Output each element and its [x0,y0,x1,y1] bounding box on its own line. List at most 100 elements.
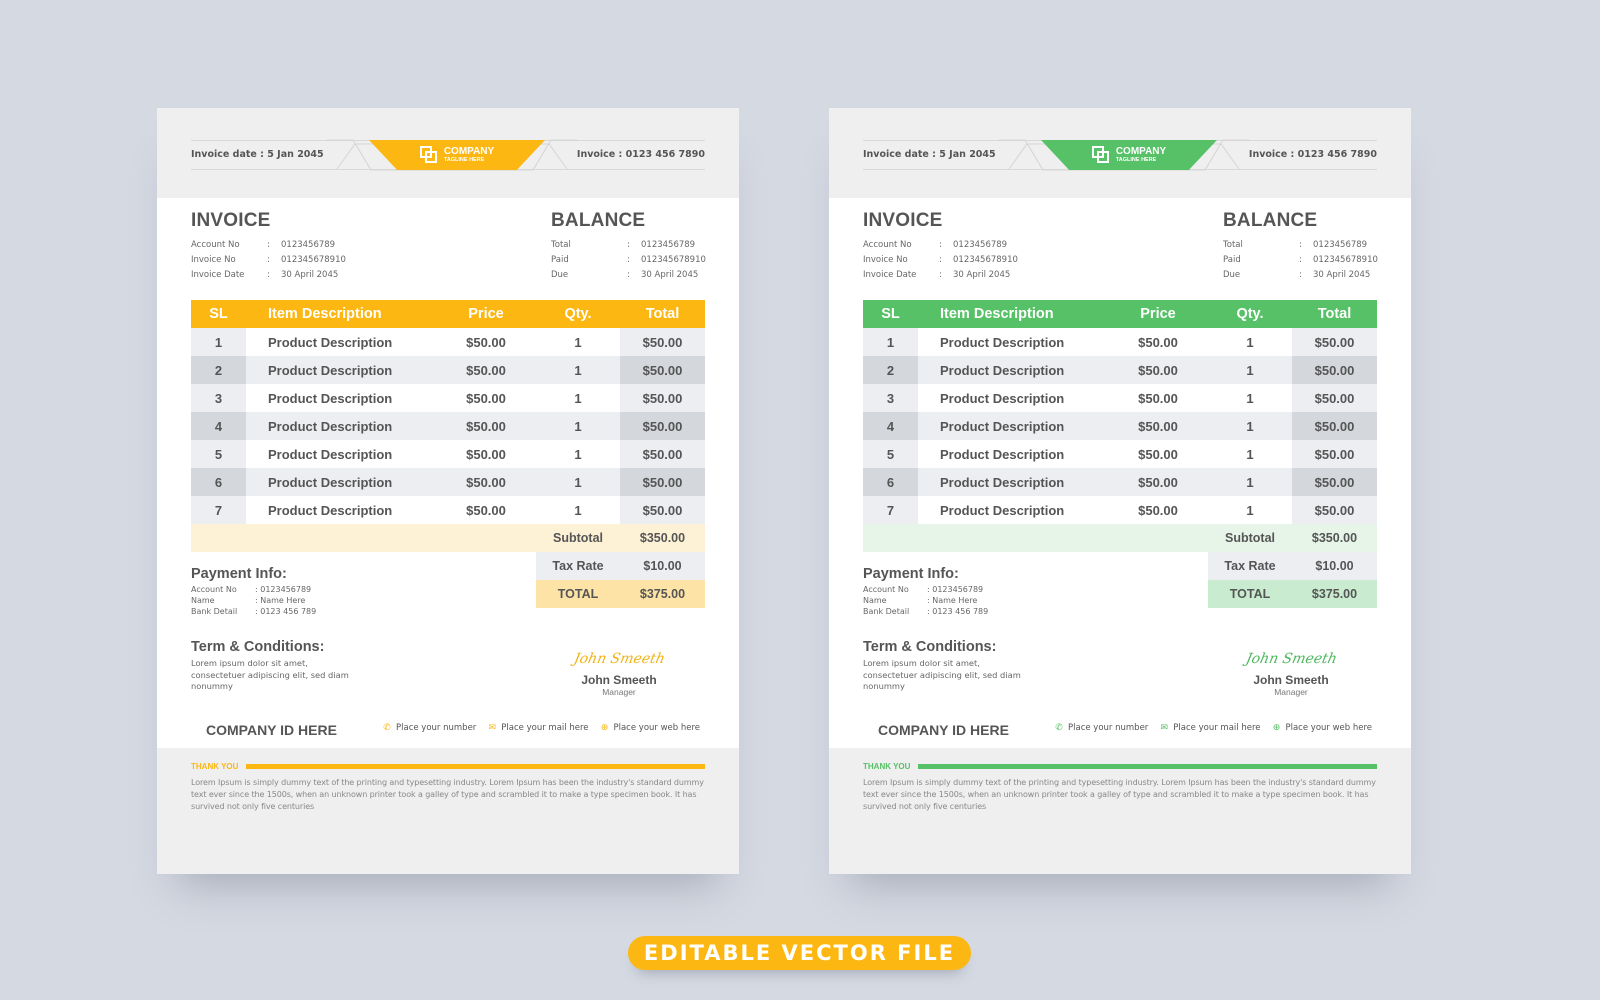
info-row: Invoice No:012345678910 [863,252,1018,267]
contact-label: Place your mail here [1173,723,1261,733]
payment-row: Name: Name Here [191,596,316,607]
payment-value: : 0123456789 [927,585,984,594]
cell-total: $50.00 [1292,412,1377,440]
column-header-sl: SL [881,306,900,322]
info-value: 0123456789 [1313,239,1368,250]
contact-item: ✆ Place your number [382,723,476,733]
info-label: Paid [551,254,569,265]
cell-description: Product Description [246,384,436,412]
cell-description: Product Description [918,468,1108,496]
company-logo: COMPANY TAGLINE HERE [369,140,545,170]
payment-row: Account No: 0123456789 [863,585,988,596]
header-invoice-date: Invoice date : 5 Jan 2045 [863,149,996,160]
invoice-title: INVOICE [191,210,271,231]
signatory-name: John Smeeth [1253,673,1329,687]
info-row: Due:30 April 2045 [1223,267,1378,282]
cell-description: Product Description [246,356,436,384]
info-value: 30 April 2045 [953,269,1011,280]
info-value: 012345678910 [281,254,346,265]
cell-sl: 6 [863,468,918,496]
company-id: COMPANY ID HERE [878,722,1009,738]
cell-qty: 1 [536,440,620,468]
cell-total: $50.00 [620,412,705,440]
mail-icon: ✉ [488,723,497,733]
column-header-total: Total [1317,306,1352,322]
grand-total-label: TOTAL [536,580,620,608]
contact-item: ⊕ Place your web here [1271,723,1372,733]
tax-label: Tax Rate [536,552,620,580]
table-row: 4 Product Description $50.00 1 $50.00 [191,412,705,440]
payment-info: Payment Info: Account No: 0123456789 Name… [863,566,988,618]
thank-you-label: THANK YOU [863,762,911,771]
subtotal-label: Subtotal [536,524,620,552]
invoice-header: Invoice date : 5 Jan 2045 COMPANY TAGLIN… [157,108,739,198]
contact-label: Place your web here [1285,723,1373,733]
summary-spacer [191,524,536,552]
subtotal-row: Subtotal $350.00 [191,524,705,552]
info-value: 30 April 2045 [641,269,699,280]
tax-label: Tax Rate [1208,552,1292,580]
info-label: Invoice Date [863,269,917,280]
contact-item: ✆ Place your number [1054,723,1148,733]
table-row: 4 Product Description $50.00 1 $50.00 [863,412,1377,440]
cell-price: $50.00 [1108,412,1208,440]
info-row: Due:30 April 2045 [551,267,706,282]
payment-row: Account No: 0123456789 [191,585,316,596]
cell-total: $50.00 [1292,356,1377,384]
info-label: Invoice No [191,254,236,265]
table-header-row: SL Item Description Price Qty. Total [863,300,1377,328]
editable-vector-banner: EDITABLE VECTOR FILE [628,936,971,970]
info-label: Account No [863,239,912,250]
column-header-description: Item Description [268,306,382,322]
info-row: Paid:012345678910 [551,252,706,267]
info-label: Total [1223,239,1243,250]
subtotal-value: $350.00 [1292,524,1377,552]
info-label: Due [551,269,569,280]
cell-sl: 1 [191,328,246,356]
payment-info-title: Payment Info: [863,566,959,582]
invoice-info-block: INVOICE Account No:0123456789 Invoice No:… [863,210,1018,282]
info-row: Paid:012345678910 [1223,252,1378,267]
cell-total: $50.00 [620,356,705,384]
invoice-title: INVOICE [863,210,943,231]
info-separator: : [267,254,270,265]
cell-description: Product Description [918,328,1108,356]
cell-price: $50.00 [1108,356,1208,384]
phone-icon: ✆ [1055,723,1063,733]
invoice-yellow: Invoice date : 5 Jan 2045 COMPANY TAGLIN… [157,108,739,874]
globe-icon: ⊕ [600,723,609,733]
cell-total: $50.00 [620,496,705,524]
items-table: SL Item Description Price Qty. Total 1 Pr… [863,300,1377,608]
column-header-sl: SL [209,306,228,322]
contact-label: Place your mail here [501,723,589,733]
cell-description: Product Description [246,496,436,524]
contact-item: ✉ Place your mail here [1159,723,1261,733]
signatory-role: Manager [1274,687,1308,697]
info-separator: : [939,254,942,265]
contact-label: Place your number [396,723,477,733]
cell-price: $50.00 [1108,496,1208,524]
info-value: 30 April 2045 [281,269,339,280]
info-separator: : [267,269,270,280]
cell-sl: 4 [191,412,246,440]
contact-item: ✉ Place your mail here [487,723,589,733]
signature-script: John Smeeth [572,651,667,667]
cell-description: Product Description [246,412,436,440]
cell-qty: 1 [1208,412,1292,440]
cell-sl: 7 [863,496,918,524]
header-invoice-date: Invoice date : 5 Jan 2045 [191,149,324,160]
phone-icon: ✆ [383,723,391,733]
cell-qty: 1 [1208,440,1292,468]
table-row: 3 Product Description $50.00 1 $50.00 [863,384,1377,412]
info-row: Invoice No:012345678910 [191,252,346,267]
column-header-description: Item Description [940,306,1054,322]
cell-price: $50.00 [1108,384,1208,412]
signature-block: John Smeeth John Smeeth Manager [1229,651,1353,697]
payment-value: : 0123456789 [255,585,312,594]
payment-row: Bank Detail: 0123 456 789 [863,607,988,618]
cell-price: $50.00 [436,384,536,412]
payment-label: Name [863,596,887,605]
cell-price: $50.00 [436,356,536,384]
contact-item: ⊕ Place your web here [599,723,700,733]
tax-value: $10.00 [620,552,705,580]
